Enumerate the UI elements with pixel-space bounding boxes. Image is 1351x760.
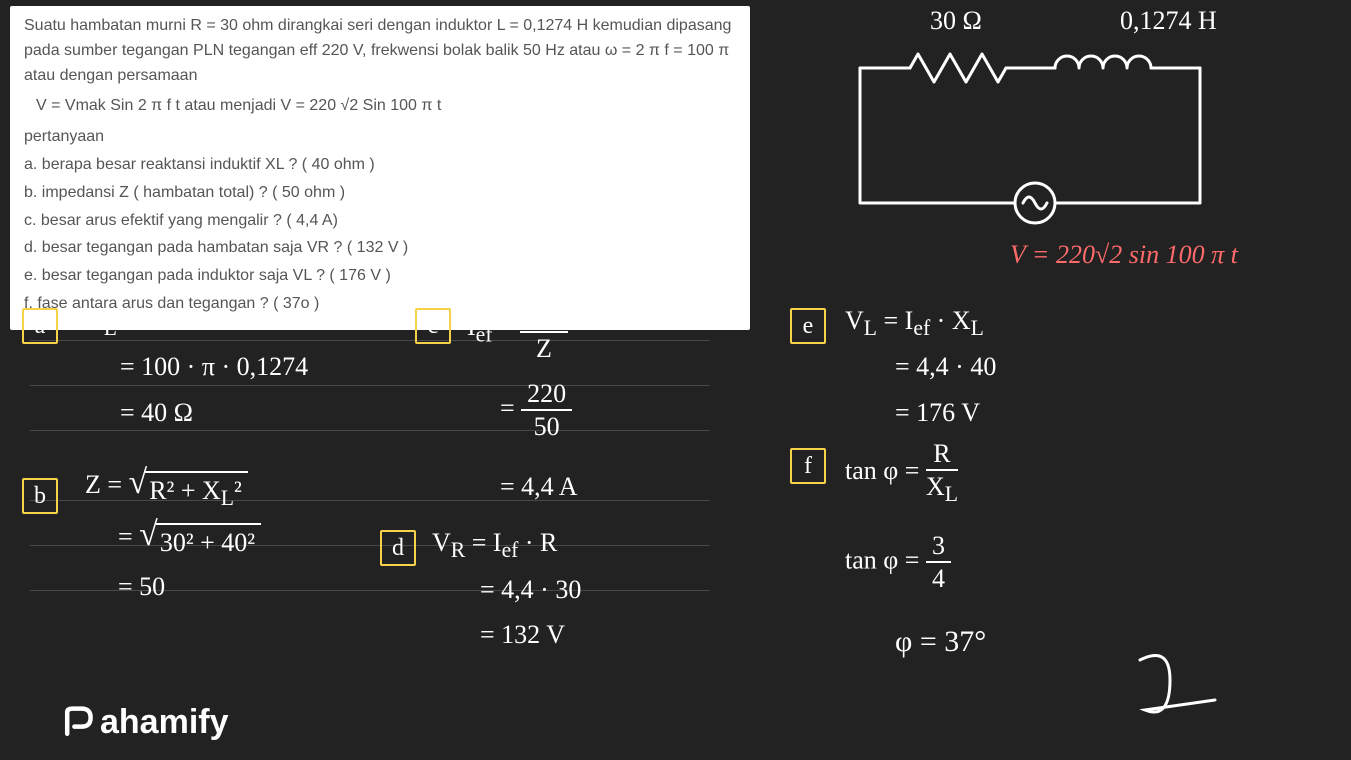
work-f-line2: tan φ = 3 4 <box>845 532 951 593</box>
work-a-line2: = 100 · π · 0,1274 <box>120 352 308 382</box>
hw-text: X <box>926 472 945 501</box>
hw-text: R² + X <box>149 476 221 505</box>
diagram-source-label: V = 220√2 sin 100 π t <box>1010 240 1238 270</box>
hw-text: L <box>864 316 877 340</box>
problem-qhead: pertanyaan <box>24 125 736 150</box>
work-d-line1: VR = Ief · R <box>432 528 557 563</box>
hw-text: V <box>845 306 864 335</box>
work-b-line2: = √30² + 40² <box>118 522 261 558</box>
logo-text: ahamify <box>100 703 229 742</box>
hw-text: = I <box>465 528 501 557</box>
work-f-line3: φ = 37° <box>895 625 986 659</box>
hw-text: tan φ = <box>845 545 926 574</box>
hw-text: Z <box>520 333 568 362</box>
work-c-line3: = 4,4 A <box>500 472 578 502</box>
work-d-line2: = 4,4 · 30 <box>480 575 581 605</box>
hw-text: V <box>526 295 545 324</box>
rule-line <box>30 385 710 386</box>
hw-text: ef <box>913 316 930 340</box>
hw-text: 30² + 40² <box>156 523 261 558</box>
work-e-line3: = 176 V <box>895 398 980 428</box>
work-a-line1: XL = ω · L <box>85 306 199 341</box>
question-c: c. besar arus efektif yang mengalir ? ( … <box>24 209 736 234</box>
signature-squiggle <box>1120 640 1240 728</box>
work-c-line1: Ief = Vef Z <box>467 296 568 362</box>
question-d: d. besar tegangan pada hambatan saja VR … <box>24 236 736 261</box>
hw-text: R <box>451 538 465 562</box>
question-b: b. impedansi Z ( hambatan total) ? ( 50 … <box>24 181 736 206</box>
hw-text: 50 <box>521 411 572 440</box>
hw-text: R <box>926 440 958 471</box>
hw-text: · R <box>518 528 557 557</box>
hw-text: · X <box>930 306 970 335</box>
diagram-source-text: V = 220√2 sin 100 π t <box>1010 240 1238 269</box>
question-e: e. besar tegangan pada induktor saja VL … <box>24 264 736 289</box>
diagram-l-label: 0,1274 H <box>1120 6 1217 36</box>
hw-text: L <box>945 482 958 506</box>
label-f: f <box>790 448 826 484</box>
problem-intro: Suatu hambatan murni R = 30 ohm dirangka… <box>24 14 736 88</box>
hw-text: ² <box>234 476 242 505</box>
hw-text: 4 <box>926 563 951 592</box>
label-d: d <box>380 530 416 566</box>
hw-text: 3 <box>926 532 951 563</box>
question-a: a. berapa besar reaktansi induktif XL ? … <box>24 153 736 178</box>
label-e: e <box>790 308 826 344</box>
hw-text: ef <box>545 305 562 329</box>
work-b-line3: = 50 <box>118 572 165 602</box>
logo-icon <box>60 705 96 741</box>
hw-text: L <box>971 316 984 340</box>
hw-text: L <box>221 486 234 510</box>
hw-text: ef <box>502 538 519 562</box>
diagram-r-label: 30 Ω <box>930 6 982 36</box>
problem-card: Suatu hambatan murni R = 30 ohm dirangka… <box>10 6 750 330</box>
work-d-line3: = 132 V <box>480 620 565 650</box>
problem-equation: V = Vmak Sin 2 π f t atau menjadi V = 22… <box>36 94 736 119</box>
label-c: c <box>415 308 451 344</box>
work-a-line3: = 40 Ω <box>120 398 193 428</box>
work-e-line1: VL = Ief · XL <box>845 306 984 341</box>
hw-text: = ω · L <box>117 306 199 335</box>
hw-text: 220 <box>521 380 572 411</box>
work-b-line1: Z = √R² + XL² <box>85 470 248 511</box>
hw-text: = <box>493 312 521 341</box>
hw-text: V <box>432 528 451 557</box>
work-f-line1: tan φ = R XL <box>845 440 958 506</box>
rule-line <box>30 430 710 431</box>
hw-text: L <box>104 316 117 340</box>
work-c-line2: = 220 50 <box>500 380 572 441</box>
hw-text: = <box>500 393 521 422</box>
hw-text: Z = <box>85 470 129 499</box>
circuit-diagram <box>840 28 1220 228</box>
hw-text: I <box>467 312 476 341</box>
pahamify-logo: ahamify <box>60 703 229 742</box>
label-b: b <box>22 478 58 514</box>
hw-text: tan φ = <box>845 456 926 485</box>
hw-text: X <box>85 306 104 335</box>
work-e-line2: = 4,4 · 40 <box>895 352 996 382</box>
hw-text: ef <box>476 322 493 346</box>
hw-text: = I <box>877 306 913 335</box>
label-a: a <box>22 308 58 344</box>
